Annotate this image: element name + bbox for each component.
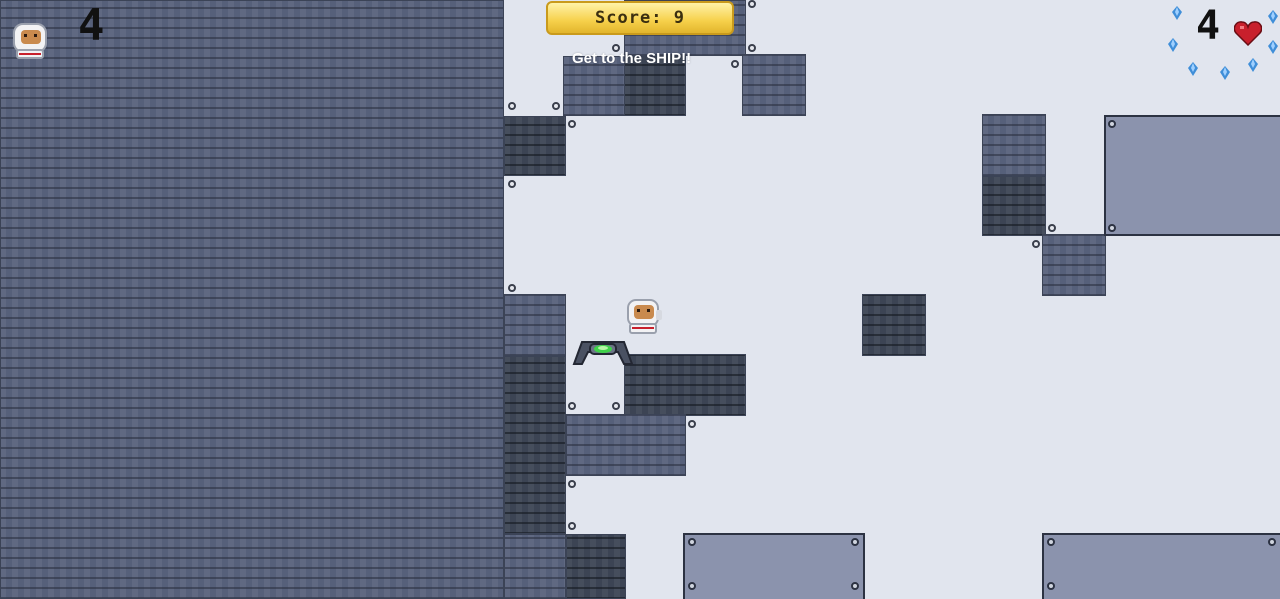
player-astronaut [627,299,662,334]
bolt [1108,224,1116,232]
crystal-gem-icon [1172,6,1182,20]
crystal-gem-icon [1268,40,1278,54]
rivet [508,180,516,188]
score-display: Score: 9 [546,1,734,35]
rivet [612,402,620,410]
game-stage: 4 Score: 9 Get to the SHIP!! 4 [0,0,1280,599]
heart-icon [1234,21,1262,46]
enemy-drone [572,341,634,365]
rivet [568,522,576,530]
bolt [688,582,696,590]
rock-block [504,116,566,176]
bolt [851,538,859,546]
bolt [1268,538,1276,546]
crystal-gem-icon [1220,66,1230,80]
rivet [1032,240,1040,248]
rivet [731,60,739,68]
metal-plate [1104,115,1280,236]
crystal-gem-icon [1168,38,1178,52]
rock-block [742,54,806,116]
health-count: 4 [1196,3,1221,49]
metal-plate [1042,533,1280,599]
rock-block [504,294,566,356]
rivet [688,420,696,428]
objective-message: Get to the SHIP!! [572,50,692,67]
rivet [552,102,560,110]
rock-block [982,176,1046,236]
rock-block [624,354,746,416]
bolt [1047,582,1055,590]
rivet [568,480,576,488]
bolt [1047,538,1055,546]
rivet [568,120,576,128]
rock-block [566,534,626,599]
rock-block [504,534,566,599]
rock-wall [0,0,504,599]
rock-block [504,356,566,534]
lives-count: 4 [78,0,105,51]
rock-block [982,114,1046,176]
rivet [568,402,576,410]
bolt [1108,120,1116,128]
score-text: Score: 9 [595,8,685,28]
rivet [748,0,756,8]
crystal-gem-icon [1188,62,1198,76]
rock-block [862,294,926,356]
rock-block [1042,234,1106,296]
crystal-gem-icon [1268,10,1278,24]
bolt [688,538,696,546]
crystal-gem-icon [1248,58,1258,72]
rivet [1048,224,1056,232]
bolt [851,582,859,590]
rivet [748,44,756,52]
rivet [508,284,516,292]
metal-plate [683,533,865,599]
rivet [508,102,516,110]
astronaut-icon [13,23,47,59]
rock-block [566,414,686,476]
